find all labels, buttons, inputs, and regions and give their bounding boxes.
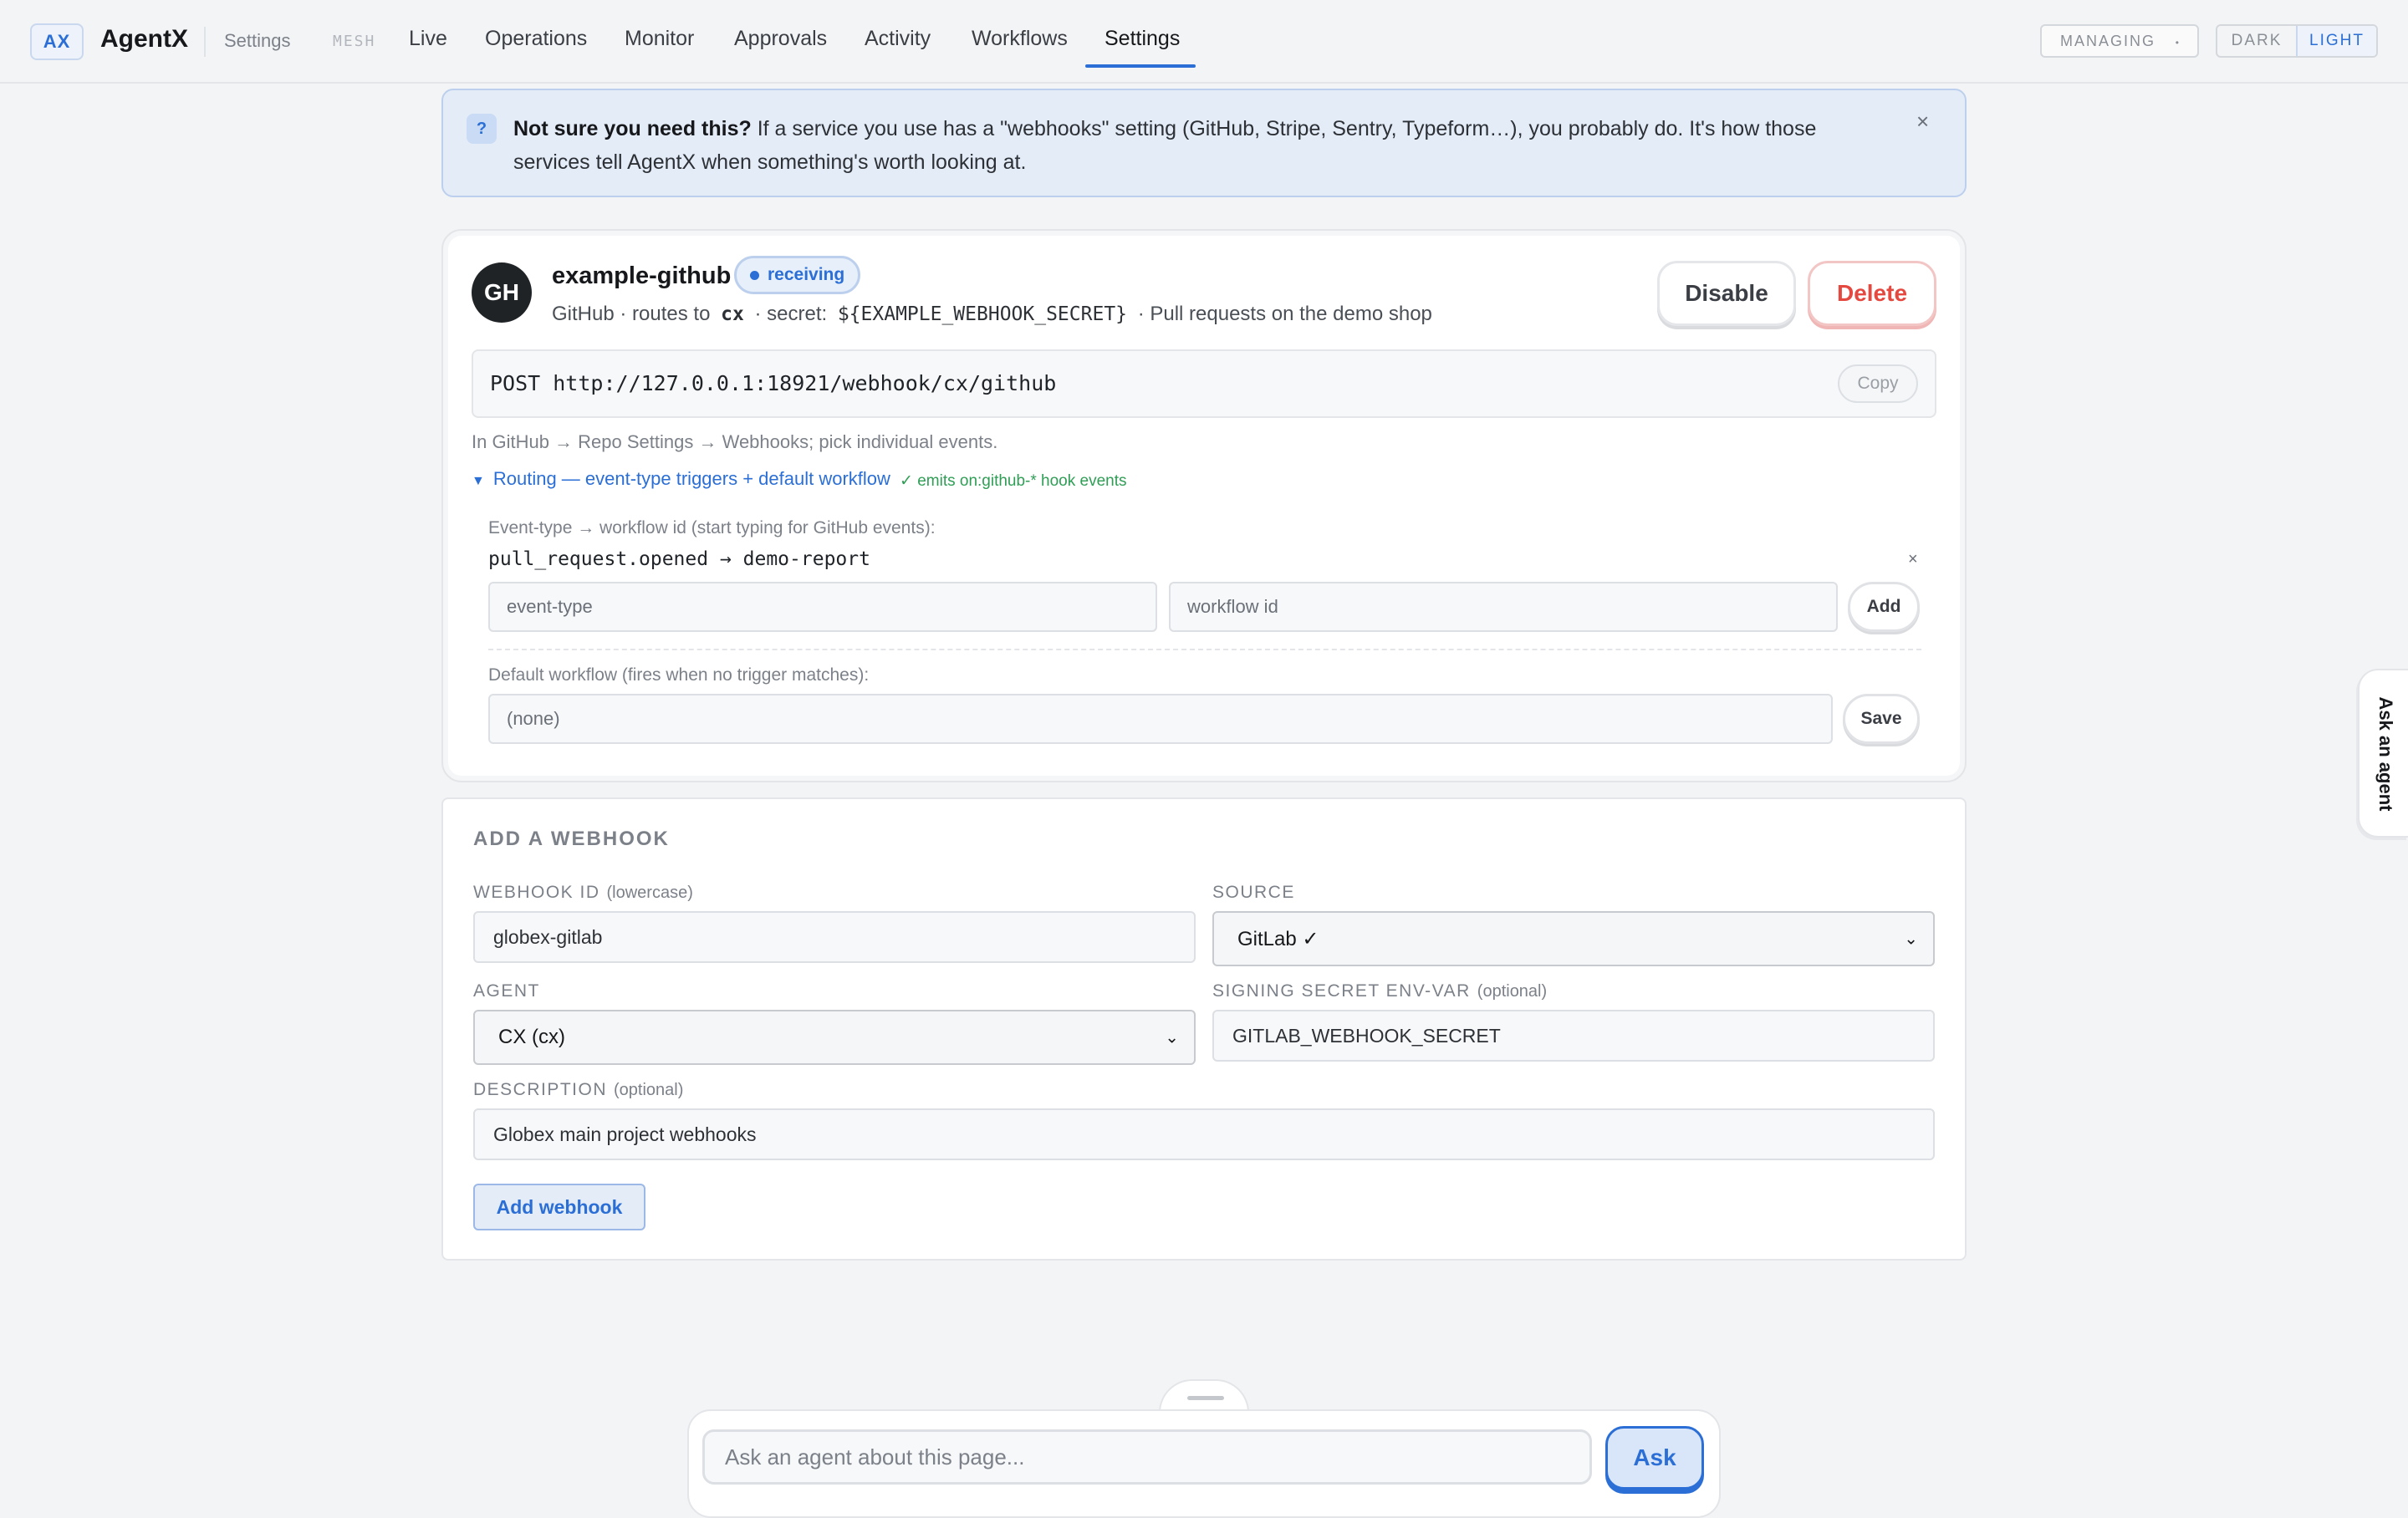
nav-approvals[interactable]: Approvals xyxy=(734,27,827,51)
form-title: ADD A WEBHOOK xyxy=(473,828,670,850)
routing-toggle[interactable]: ▼ Routing — event-type triggers + default… xyxy=(472,468,890,490)
description-label: DESCRIPTION (optional) xyxy=(473,1080,683,1100)
source-label: SOURCE xyxy=(1212,883,1295,902)
dropdown-dot-icon: • xyxy=(2175,37,2179,48)
save-button[interactable]: Save xyxy=(1843,694,1920,744)
triangle-down-icon: ▼ xyxy=(472,474,485,488)
ask-input[interactable]: Ask an agent about this page... xyxy=(702,1429,1592,1485)
routing-toggle-label: Routing — event-type triggers + default … xyxy=(492,468,890,489)
disable-button[interactable]: Disable xyxy=(1657,261,1796,326)
theme-dark-option[interactable]: DARK xyxy=(2217,26,2296,56)
breadcrumb: Settings xyxy=(224,30,291,51)
webhook-agent: cx xyxy=(721,303,744,325)
active-tab-indicator xyxy=(1085,64,1196,68)
default-workflow-label: Default workflow (fires when no trigger … xyxy=(488,665,870,685)
theme-toggle[interactable]: DARK LIGHT xyxy=(2216,24,2378,58)
emits-note: ✓ emits on:github-* hook events xyxy=(900,472,1127,490)
ask-button[interactable]: Ask xyxy=(1605,1426,1704,1490)
divider xyxy=(488,649,1921,650)
nav-activity[interactable]: Activity xyxy=(865,27,931,51)
routes-prefix: · routes to xyxy=(620,303,711,325)
ask-agent-side-tab-label: Ask an agent xyxy=(2375,696,2396,812)
add-trigger-button[interactable]: Add xyxy=(1848,582,1920,632)
nav-workflows[interactable]: Workflows xyxy=(972,27,1068,51)
event-type-input[interactable]: event-type xyxy=(488,582,1157,632)
nav-settings[interactable]: Settings xyxy=(1105,27,1180,51)
webhook-id-label: WEBHOOK ID (lowercase) xyxy=(473,883,693,903)
managing-dropdown[interactable]: MANAGING • xyxy=(2040,24,2199,58)
drag-handle[interactable] xyxy=(1159,1379,1249,1413)
endpoint-url: POST http://127.0.0.1:18921/webhook/cx/g… xyxy=(490,371,1057,395)
question-icon: ? xyxy=(467,114,497,144)
banner-heading: Not sure you need this? xyxy=(513,117,752,140)
webhook-id-input[interactable]: globex-gitlab xyxy=(473,911,1196,963)
source-avatar: GH xyxy=(472,262,532,323)
status-badge: receiving xyxy=(734,256,861,294)
default-workflow-input[interactable]: (none) xyxy=(488,694,1833,744)
description-hint: (optional) xyxy=(614,1081,684,1099)
webhook-secret: ${EXAMPLE_WEBHOOK_SECRET} xyxy=(837,303,1128,325)
app-name[interactable]: AgentX xyxy=(100,25,188,53)
signing-secret-hint: (optional) xyxy=(1477,982,1548,1001)
description-input[interactable]: Globex main project webhooks xyxy=(473,1108,1935,1160)
app-logo[interactable]: AX xyxy=(30,23,84,60)
webhook-name: example-github xyxy=(552,262,732,289)
signing-secret-label-text: SIGNING SECRET ENV-VAR xyxy=(1212,981,1471,1001)
managing-label: MANAGING xyxy=(2060,32,2156,49)
copy-button[interactable]: Copy xyxy=(1838,364,1918,403)
add-webhook-button[interactable]: Add webhook xyxy=(473,1184,645,1230)
source-value: GitLab ✓ xyxy=(1237,927,1319,950)
triggers-label: Event-type → workflow id (start typing f… xyxy=(488,518,936,537)
webhook-source: GitHub xyxy=(552,303,615,325)
webhook-description: · Pull requests on the demo shop xyxy=(1137,303,1432,325)
banner-text: Not sure you need this? If a service you… xyxy=(513,112,1893,179)
trigger-rule: pull_request.opened → demo-report xyxy=(488,548,870,570)
nav-monitor[interactable]: Monitor xyxy=(625,27,694,51)
webhook-id-label-text: WEBHOOK ID xyxy=(473,883,600,902)
secret-prefix: · secret: xyxy=(754,303,828,325)
source-select[interactable]: GitLab ✓ ⌄ xyxy=(1212,911,1935,966)
grip-icon xyxy=(1187,1396,1224,1400)
close-icon[interactable]: × xyxy=(1916,109,1929,135)
agent-select[interactable]: CX (cx) ⌄ xyxy=(473,1010,1196,1065)
agent-label: AGENT xyxy=(473,981,540,1001)
webhook-meta: GitHub · routes to cx · secret: ${EXAMPL… xyxy=(552,303,1432,326)
chevron-down-icon: ⌄ xyxy=(1165,1028,1179,1047)
nav-live[interactable]: Live xyxy=(409,27,447,51)
theme-light-option[interactable]: LIGHT xyxy=(2296,26,2376,56)
workflow-id-input[interactable]: workflow id xyxy=(1169,582,1838,632)
webhook-id-hint: (lowercase) xyxy=(606,884,693,902)
description-label-text: DESCRIPTION xyxy=(473,1080,608,1099)
agent-value: CX (cx) xyxy=(498,1026,565,1048)
nav-operations[interactable]: Operations xyxy=(485,27,587,51)
signing-secret-label: SIGNING SECRET ENV-VAR (optional) xyxy=(1212,981,1547,1001)
status-dot-icon xyxy=(750,270,759,280)
setup-hint: In GitHub → Repo Settings → Webhooks; pi… xyxy=(472,431,998,452)
status-label: receiving xyxy=(768,265,845,284)
delete-button[interactable]: Delete xyxy=(1808,261,1936,326)
remove-rule-icon[interactable]: × xyxy=(1908,550,1918,569)
header-divider xyxy=(204,27,206,57)
chevron-down-icon: ⌄ xyxy=(1904,930,1918,949)
mesh-label[interactable]: MESH xyxy=(333,33,375,50)
signing-secret-input[interactable]: GITLAB_WEBHOOK_SECRET xyxy=(1212,1010,1935,1062)
